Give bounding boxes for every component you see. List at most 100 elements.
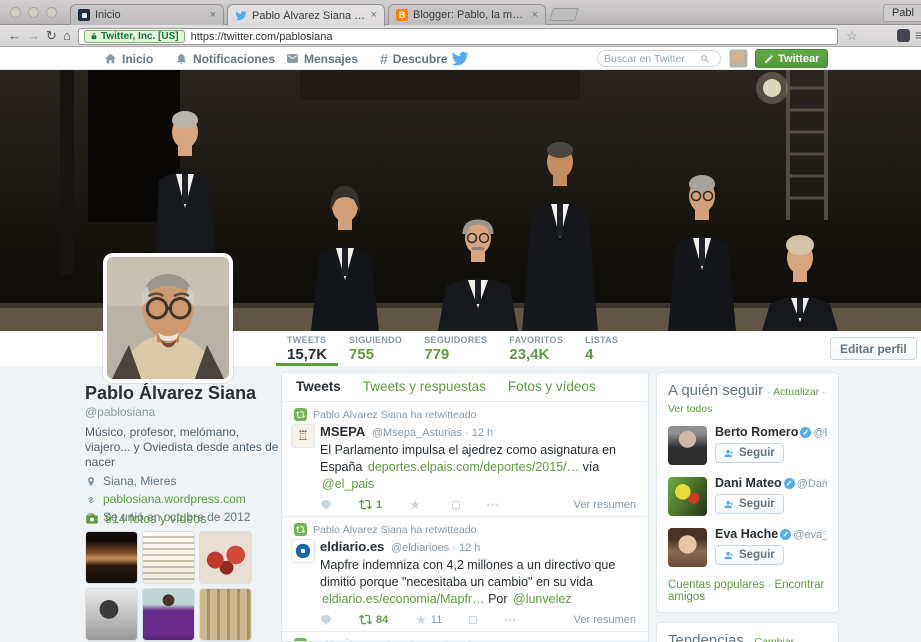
suggestion-name[interactable]: Berto Romero xyxy=(715,425,798,439)
favorite-button[interactable]: ★ 11 xyxy=(415,614,442,626)
suggestion-avatar[interactable] xyxy=(668,528,707,567)
search-box[interactable] xyxy=(597,50,721,67)
photo-grid xyxy=(85,531,257,641)
twitter-bird-icon[interactable] xyxy=(451,50,469,68)
bookmark-star-icon[interactable]: ☆ xyxy=(846,28,858,44)
home-browser-icon[interactable]: ⌂ xyxy=(63,27,71,45)
profile-name[interactable]: Pablo Álvarez Siana xyxy=(85,384,281,403)
reply-button[interactable] xyxy=(320,499,332,511)
tweet[interactable]: Pablo Álvarez Siana ha retwitteado Astur… xyxy=(282,632,648,642)
profile-website-link[interactable]: pablosiana.wordpress.com xyxy=(103,493,246,506)
forward-icon[interactable]: → xyxy=(27,27,40,45)
tab-tweets[interactable]: Tweets xyxy=(296,379,341,394)
tab-photos-videos[interactable]: Fotos y vídeos xyxy=(508,379,596,394)
tweet[interactable]: Pablo Álvarez Siana ha retwitteado ♖ MSE… xyxy=(282,402,648,517)
ssl-security-badge[interactable]: Twitter, Inc. [US] xyxy=(84,30,185,43)
follow-person-icon xyxy=(724,448,735,459)
profile-handle: @pablosiana xyxy=(85,405,281,419)
more-actions-button[interactable]: ••• xyxy=(504,615,516,625)
location-pin-icon xyxy=(85,476,97,488)
profile-photo-thumbnail[interactable] xyxy=(199,531,252,584)
minimize-window-button[interactable] xyxy=(28,7,39,18)
dismiss-suggestion-icon[interactable]: × xyxy=(819,476,827,487)
suggestion-name[interactable]: Eva Hache xyxy=(715,527,778,541)
tweet-author-name[interactable]: MSEPA xyxy=(320,424,365,439)
dismiss-suggestion-icon[interactable]: × xyxy=(819,425,827,436)
follow-button[interactable]: Seguir xyxy=(715,545,784,565)
chrome-menu-icon[interactable]: ≡ xyxy=(915,27,921,43)
feed-tabs: Tweets Tweets y respuestas Fotos y vídeo… xyxy=(282,373,648,402)
ssl-org-label: Twitter, Inc. [US] xyxy=(101,31,179,42)
close-window-button[interactable] xyxy=(10,7,21,18)
suggestion-avatar[interactable] xyxy=(668,477,707,516)
tweet-link[interactable]: eldiario.es/economia/Mapfr… xyxy=(322,592,485,606)
browser-tab-blogger[interactable]: B Blogger: Pablo, la música - ... × xyxy=(388,4,546,25)
edit-profile-button[interactable]: Editar perfil xyxy=(830,337,917,360)
tweet-author-meta[interactable]: @Msepa_Asturias · 12 h xyxy=(372,427,493,439)
view-all-suggestions-link[interactable]: Ver todos xyxy=(668,403,712,415)
follow-button[interactable]: Seguir xyxy=(715,443,784,463)
url-text[interactable]: https://twitter.com/pablosiana xyxy=(191,31,333,43)
back-icon[interactable]: ← xyxy=(8,27,21,45)
zoom-window-button[interactable] xyxy=(46,7,57,18)
refresh-suggestions-link[interactable]: Actualizar xyxy=(773,386,819,398)
embed-button[interactable] xyxy=(469,616,477,624)
tweet-link[interactable]: deportes.elpais.com/deportes/2015/… xyxy=(368,460,579,474)
tweet[interactable]: Pablo Álvarez Siana ha retwitteado eldia… xyxy=(282,517,648,632)
more-actions-button[interactable]: ••• xyxy=(487,500,499,510)
stat-followers[interactable]: SEGUIDORES 779 xyxy=(413,331,498,366)
photos-section-link[interactable]: 914 fotos y vídeos xyxy=(85,512,206,526)
dismiss-suggestion-icon[interactable]: × xyxy=(819,527,827,538)
stat-label: SEGUIDORES xyxy=(424,335,487,345)
tweet-author-meta[interactable]: @eldiarioes · 12 h xyxy=(391,542,480,554)
expand-summary-link[interactable]: Ver resumen xyxy=(574,499,636,511)
address-bar[interactable]: Twitter, Inc. [US] https://twitter.com/p… xyxy=(78,28,838,45)
reply-icon xyxy=(320,499,332,511)
reply-button[interactable] xyxy=(320,614,332,626)
stat-lists[interactable]: LISTAS 4 xyxy=(574,331,629,366)
embed-icon xyxy=(469,616,477,624)
nav-home[interactable]: Inicio xyxy=(104,47,153,70)
profile-photo-thumbnail[interactable] xyxy=(85,531,138,584)
chrome-profile-chip[interactable]: Pabl xyxy=(883,4,921,22)
profile-avatar[interactable] xyxy=(103,253,233,383)
profile-website[interactable]: pablosiana.wordpress.com xyxy=(85,493,281,506)
compose-tweet-button[interactable]: Twittear xyxy=(755,49,828,68)
browser-tab-inicio[interactable]: Inicio × xyxy=(70,4,224,25)
suggestion-name[interactable]: Dani Mateo xyxy=(715,476,782,490)
profile-photo-thumbnail[interactable] xyxy=(85,588,138,641)
retweet-button[interactable]: 84 xyxy=(359,613,388,626)
nav-profile-avatar[interactable] xyxy=(729,49,748,68)
nav-discover[interactable]: # Descubre xyxy=(380,47,448,70)
tweet-mention[interactable]: @lunvelez xyxy=(513,592,572,606)
extension-icon[interactable] xyxy=(897,29,910,42)
browser-tab-twitter[interactable]: Pablo Álvarez Siana (@pab... × xyxy=(227,4,385,26)
stat-following[interactable]: SIGUIENDO 755 xyxy=(338,331,413,366)
stat-favorites[interactable]: FAVORITOS 23,4K xyxy=(498,331,574,366)
new-tab-button[interactable] xyxy=(549,8,579,21)
tweet-mention[interactable]: @el_pais xyxy=(322,477,374,491)
reload-icon[interactable]: ↻ xyxy=(46,27,57,45)
retweet-button[interactable]: 1 xyxy=(359,498,382,511)
tab-tweets-replies[interactable]: Tweets y respuestas xyxy=(363,379,486,394)
tweet-author-name[interactable]: eldiario.es xyxy=(320,539,384,554)
favorite-button[interactable]: ★ xyxy=(409,500,425,510)
tab-close-icon[interactable]: × xyxy=(532,10,538,21)
tab-close-icon[interactable]: × xyxy=(371,10,377,21)
tweet-author-avatar[interactable] xyxy=(291,539,315,563)
profile-photo-thumbnail[interactable] xyxy=(142,531,195,584)
suggestion-avatar[interactable] xyxy=(668,426,707,465)
nav-notifications[interactable]: Notificaciones xyxy=(175,47,275,70)
embed-button[interactable] xyxy=(452,501,460,509)
profile-photo-thumbnail[interactable] xyxy=(142,588,195,641)
change-trends-link[interactable]: Cambiar xyxy=(754,636,794,642)
profile-photo-thumbnail[interactable] xyxy=(199,588,252,641)
stat-tweets[interactable]: TWEETS 15,7K xyxy=(276,331,338,366)
popular-accounts-link[interactable]: Cuentas populares xyxy=(668,579,765,591)
follow-button[interactable]: Seguir xyxy=(715,494,784,514)
tab-close-icon[interactable]: × xyxy=(210,10,216,21)
search-input[interactable] xyxy=(604,53,696,65)
expand-summary-link[interactable]: Ver resumen xyxy=(574,614,636,626)
tweet-author-avatar[interactable]: ♖ xyxy=(291,424,315,448)
nav-messages[interactable]: Mensajes xyxy=(286,47,358,70)
